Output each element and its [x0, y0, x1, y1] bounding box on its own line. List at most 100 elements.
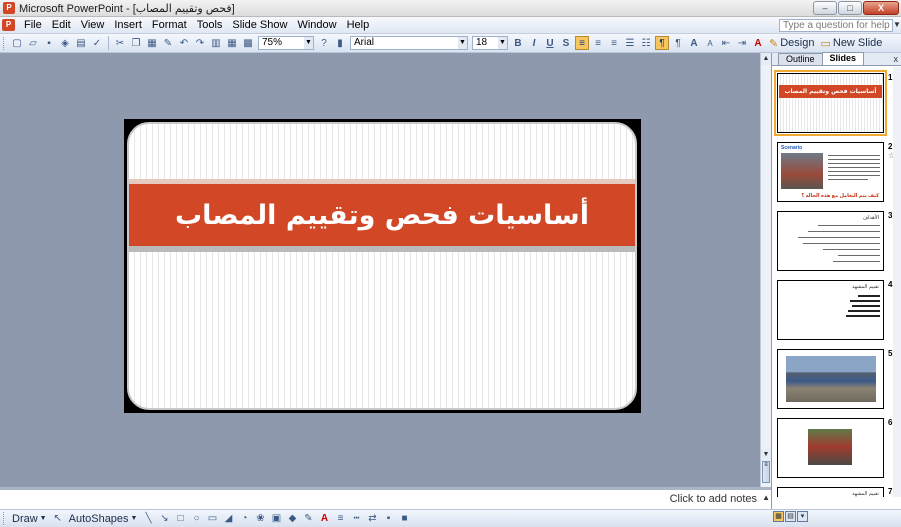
minimize-button[interactable]: – [813, 1, 837, 15]
maximize-button[interactable]: □ [838, 1, 862, 15]
tab-outline[interactable]: Outline [778, 53, 823, 65]
notes-pane[interactable]: Click to add notes ▲ [0, 487, 771, 509]
help-icon[interactable]: ? [317, 36, 331, 50]
increase-indent-icon[interactable]: ⇥ [735, 36, 749, 50]
document-icon[interactable]: P [2, 19, 15, 31]
line-style-icon[interactable]: ≡ [333, 512, 347, 526]
wordart-icon[interactable]: ◢ [221, 512, 235, 526]
menu-window[interactable]: Window [292, 19, 341, 31]
menu-view[interactable]: View [76, 19, 110, 31]
cut-icon[interactable]: ✂ [113, 36, 127, 50]
grid-icon[interactable]: ▩ [241, 36, 255, 50]
clipart-icon[interactable]: ❀ [253, 512, 267, 526]
slide-title[interactable]: أساسيات فحص وتقييم المصاب [175, 200, 589, 231]
paste-icon[interactable]: ▦ [145, 36, 159, 50]
redo-icon[interactable]: ↷ [193, 36, 207, 50]
insert-table-icon[interactable]: ▦ [225, 36, 239, 50]
numbering-icon[interactable]: ☰ [623, 36, 637, 50]
picture-icon[interactable]: ▣ [269, 512, 283, 526]
bullets-icon[interactable]: ☷ [639, 36, 653, 50]
shadow-button[interactable]: S [559, 36, 573, 50]
bold-button[interactable]: B [511, 36, 525, 50]
chevron-down-icon[interactable]: ▼ [498, 37, 507, 49]
menu-tools[interactable]: Tools [192, 19, 228, 31]
align-center-icon[interactable]: ≡ [591, 36, 605, 50]
slide-thumbnail[interactable]: تقييم المشهد [777, 487, 884, 497]
font-size-select[interactable]: 18 ▼ [472, 36, 508, 50]
new-icon[interactable]: ▢ [10, 36, 24, 50]
fill-color-icon[interactable]: ▮ [333, 36, 347, 50]
slide-title-placeholder[interactable]: أساسيات فحص وتقييم المصاب [129, 184, 635, 246]
shrink-font-button[interactable]: A [703, 36, 717, 50]
grow-font-button[interactable]: A [687, 36, 701, 50]
arrow-icon[interactable]: ↘ [157, 512, 171, 526]
normal-view-icon[interactable]: ▦ [773, 511, 784, 522]
notes-placeholder[interactable]: Click to add notes [670, 493, 757, 505]
menu-help[interactable]: Help [342, 19, 375, 31]
close-icon[interactable]: x [894, 54, 899, 64]
menu-format[interactable]: Format [147, 19, 192, 31]
font-color-button[interactable]: A [751, 36, 765, 50]
dash-style-icon[interactable]: ┅ [349, 512, 363, 526]
autoshapes-menu-button[interactable]: AutoShapes ▼ [66, 513, 141, 525]
rtl-direction-icon[interactable]: ¶ [655, 36, 669, 50]
fill-color-icon[interactable]: ◆ [285, 512, 299, 526]
menu-file[interactable]: File [19, 19, 47, 31]
italic-button[interactable]: I [527, 36, 541, 50]
slide-thumbnail[interactable] [777, 418, 884, 478]
line-color-icon[interactable]: ✎ [301, 512, 315, 526]
copy-icon[interactable]: ❐ [129, 36, 143, 50]
slide-thumbnail-item[interactable]: Scenario كيف يتم التعامل مع هذه الحالة ؟… [777, 142, 900, 202]
help-dropdown-icon[interactable]: ▼ [893, 19, 901, 31]
slide-thumbnail-item[interactable]: 5 [777, 349, 900, 409]
permission-icon[interactable]: ◈ [58, 36, 72, 50]
slide-thumbnail[interactable] [777, 349, 884, 409]
select-objects-icon[interactable]: ↖ [51, 512, 65, 526]
underline-button[interactable]: U [543, 36, 557, 50]
toolbar-grip[interactable] [3, 36, 6, 50]
decrease-indent-icon[interactable]: ⇤ [719, 36, 733, 50]
format-painter-icon[interactable]: ✎ [161, 36, 175, 50]
menu-edit[interactable]: Edit [47, 19, 76, 31]
insert-chart-icon[interactable]: ▥ [209, 36, 223, 50]
slide-thumbnail-item[interactable]: الأهداف 3 [777, 211, 900, 271]
shadow-style-icon[interactable]: ▪ [381, 512, 395, 526]
scroll-up-icon[interactable]: ▲ [761, 53, 771, 65]
chevron-down-icon[interactable]: ▼ [458, 37, 467, 49]
textbox-icon[interactable]: ▭ [205, 512, 219, 526]
scroll-thumb[interactable]: ≡ [762, 461, 770, 483]
slide-thumbnail-item[interactable]: تقييم المشهد 4 [777, 280, 900, 340]
chevron-down-icon[interactable]: ▼ [304, 37, 313, 49]
slide-thumbnail-list[interactable]: أساسيات فحص وتقييم المصاب 1 Scenario كيف… [772, 67, 901, 497]
font-color-icon[interactable]: A [317, 512, 331, 526]
toolbar-grip[interactable] [3, 512, 6, 525]
zoom-select[interactable]: 75% ▼ [258, 36, 314, 50]
design-button[interactable]: ✎ Design [766, 37, 817, 50]
3d-style-icon[interactable]: ■ [397, 512, 411, 526]
help-search-input[interactable]: Type a question for help [779, 19, 893, 32]
slide-show-view-icon[interactable]: ▾ [797, 511, 808, 522]
open-icon[interactable]: ▱ [26, 36, 40, 50]
rectangle-icon[interactable]: □ [173, 512, 187, 526]
slide-thumbnail[interactable]: الأهداف [777, 211, 884, 271]
align-right-icon[interactable]: ≡ [575, 36, 589, 50]
scroll-down-icon[interactable]: ▼ [761, 449, 771, 461]
slide-thumbnail[interactable]: تقييم المشهد [777, 280, 884, 340]
slide-sorter-view-icon[interactable]: ▤ [785, 511, 796, 522]
arrow-style-icon[interactable]: ⇄ [365, 512, 379, 526]
slide-thumbnail[interactable]: Scenario كيف يتم التعامل مع هذه الحالة ؟ [777, 142, 884, 202]
close-button[interactable]: X [863, 1, 899, 15]
undo-icon[interactable]: ↶ [177, 36, 191, 50]
slide-thumbnail-item[interactable]: أساسيات فحص وتقييم المصاب 1 [774, 70, 900, 136]
menu-slide-show[interactable]: Slide Show [227, 19, 292, 31]
slide-editing-area[interactable]: أساسيات فحص وتقييم المصاب [0, 53, 760, 487]
tab-slides[interactable]: Slides [821, 52, 865, 65]
menu-insert[interactable]: Insert [109, 19, 147, 31]
editor-vertical-scrollbar[interactable]: ▲ ▼ ≡ [760, 53, 771, 487]
ltr-direction-icon[interactable]: ¶ [671, 36, 685, 50]
save-icon[interactable]: ▪ [42, 36, 56, 50]
font-select[interactable]: Arial ▼ [350, 36, 468, 50]
pane-vertical-scrollbar[interactable] [893, 67, 901, 497]
slide-thumbnail-item[interactable]: 6 [777, 418, 900, 478]
notes-scroll-up-icon[interactable]: ▲ [762, 493, 770, 502]
